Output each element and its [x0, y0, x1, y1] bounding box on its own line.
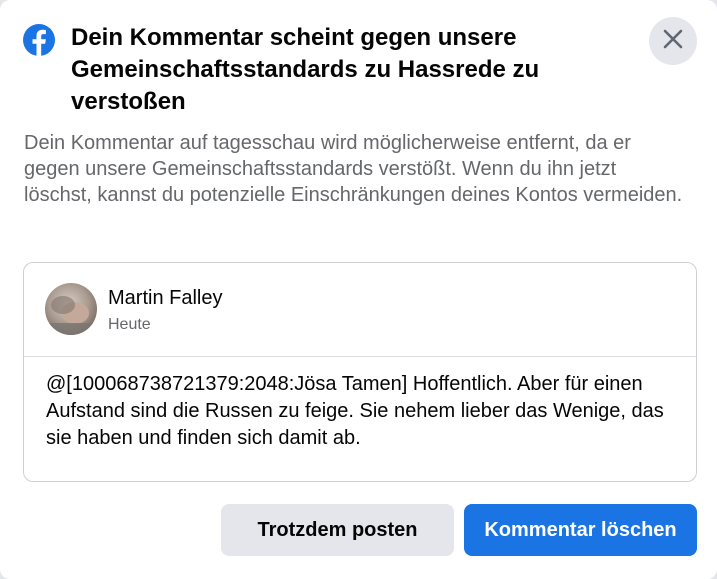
delete-comment-button[interactable]: Kommentar löschen — [464, 504, 697, 556]
facebook-logo-icon — [23, 24, 55, 56]
comment-preview-card: Martin Falley Heute @[100068738721379:20… — [23, 262, 697, 482]
close-button[interactable] — [649, 17, 697, 65]
comment-author: Martin Falley — [108, 287, 223, 309]
divider — [24, 356, 696, 357]
hate-speech-warning-dialog: Dein Kommentar scheint gegen unsere Geme… — [0, 0, 717, 579]
post-anyway-button[interactable]: Trotzdem posten — [221, 504, 454, 556]
comment-text: @[100068738721379:2048:Jösa Tamen] Hoffe… — [46, 373, 664, 449]
close-icon — [662, 28, 684, 55]
dialog-description: Dein Kommentar auf tagesschau wird mögli… — [24, 132, 683, 206]
comment-time: Heute — [108, 316, 151, 333]
avatar — [45, 283, 97, 335]
dialog-title: Dein Kommentar scheint gegen unsere Geme… — [71, 24, 540, 115]
